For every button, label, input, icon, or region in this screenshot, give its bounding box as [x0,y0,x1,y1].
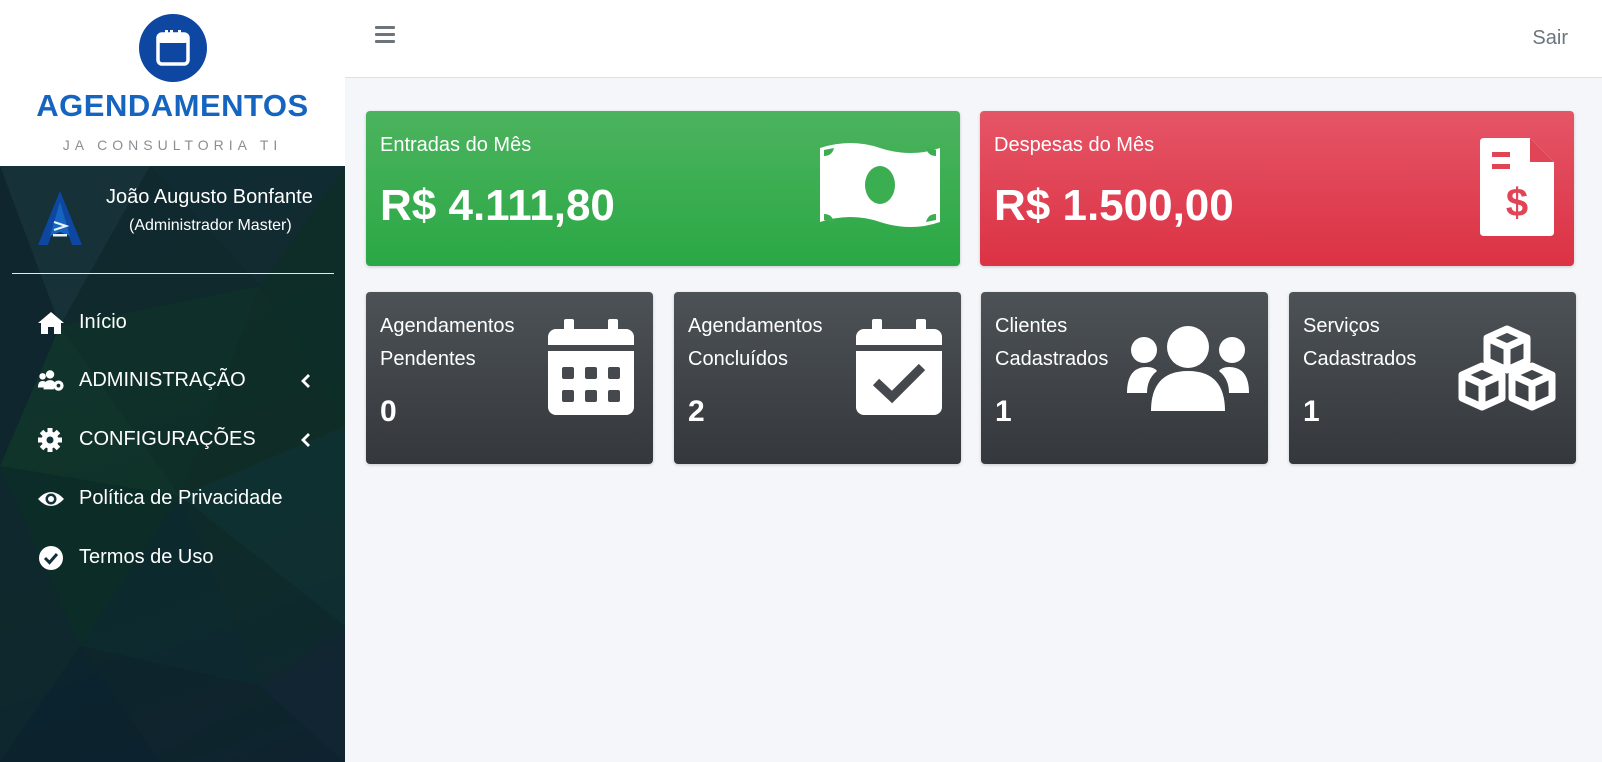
gear-icon [38,428,62,452]
income-value: R$ 4.111,80 [380,181,615,230]
invoice-dollar-icon: $ [1480,138,1554,236]
sidebar-item-label: CONFIGURAÇÕES [79,428,256,450]
svg-text:$: $ [1506,181,1528,225]
brand-title: AGENDAMENTOS [36,88,309,123]
stat-title: Serviços Cadastrados [1303,315,1417,370]
sidebar-item-configuracoes[interactable]: CONFIGURAÇÕES [0,417,345,463]
stat-value: 1 [1303,395,1320,428]
cubes-icon [1458,325,1556,411]
stat-card-clients[interactable]: Clientes Cadastrados 1 [981,292,1268,464]
income-card[interactable]: Entradas do Mês R$ 4.111,80 [366,111,960,266]
calendar-grid-icon [548,319,634,415]
expenses-card[interactable]: Despesas do Mês R$ 1.500,00 $ [980,111,1574,266]
sidebar-item-termos-uso[interactable]: Termos de Uso [0,535,345,581]
stat-value: 0 [380,395,397,428]
topbar: Sair [345,0,1602,78]
sidebar-item-politica-privacidade[interactable]: Política de Privacidade [0,476,345,522]
users-cog-icon [37,370,64,391]
stat-title: Agendamentos Concluídos [688,315,823,370]
chevron-left-icon [301,374,310,388]
user-panel: João Augusto Bonfante (Administrador Mas… [0,166,345,276]
hamburger-icon[interactable] [375,26,397,50]
stat-value: 2 [688,395,705,428]
stat-title: Clientes Cadastrados [995,315,1109,370]
users-icon [1127,326,1249,411]
eye-icon [38,492,64,506]
brand-header[interactable]: AGENDAMENTOS JA CONSULTORIA TI [0,0,345,166]
sidebar-item-label: Início [79,311,127,333]
calendar-check-icon [856,319,942,415]
expenses-title: Despesas do Mês [994,134,1155,156]
ja-logo-avatar[interactable] [30,188,90,248]
stat-card-completed[interactable]: Agendamentos Concluídos 2 [674,292,961,464]
stat-title: Agendamentos Pendentes [380,315,515,370]
expenses-value: R$ 1.500,00 [994,181,1234,230]
logout-link[interactable]: Sair [1532,27,1568,50]
money-bill-icon [820,143,940,227]
home-icon [38,312,64,334]
sidebar: AGENDAMENTOS JA CONSULTORIA TI João Augu… [0,0,345,762]
stat-card-pending[interactable]: Agendamentos Pendentes 0 [366,292,653,464]
sidebar-item-label: Termos de Uso [79,546,214,568]
income-title: Entradas do Mês [380,134,532,156]
calendar-icon [139,14,207,82]
sidebar-item-inicio[interactable]: Início [0,300,345,346]
user-role: (Administrador Master) [129,217,292,234]
sidebar-item-administracao[interactable]: ADMINISTRAÇÃO [0,358,345,404]
chevron-left-icon [301,433,310,447]
stat-value: 1 [995,395,1012,428]
divider [12,273,334,274]
stat-card-services[interactable]: Serviços Cadastrados 1 [1289,292,1576,464]
brand-subtitle: JA CONSULTORIA TI [62,137,283,153]
sidebar-item-label: Política de Privacidade [79,487,283,509]
check-circle-icon [39,546,63,570]
sidebar-item-label: ADMINISTRAÇÃO [79,369,246,391]
user-name[interactable]: João Augusto Bonfante [106,186,313,209]
